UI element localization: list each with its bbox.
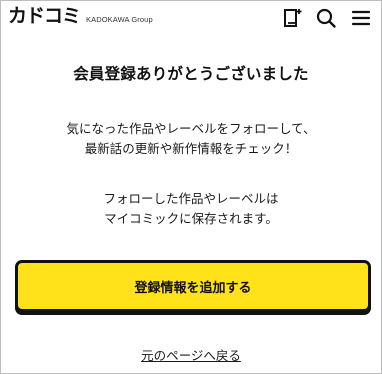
saved-message-line2: マイコミックに保存されます。 [104,211,278,226]
saved-message-line1: フォローした作品やレーベルは [103,191,279,206]
bookshelf-icon[interactable] [281,7,303,29]
search-icon[interactable] [315,7,337,29]
logo-subtitle: KADOKAWA Group [86,15,153,24]
menu-icon[interactable] [350,7,372,29]
add-registration-info-label: 登録情報を追加する [134,280,252,296]
follow-message-line2: 最新話の更新や新作情報をチェック！ [84,141,298,156]
logo[interactable]: カドコミ KADOKAWA Group [8,5,153,27]
follow-message-line1: 気になった作品やレーベルをフォローして、 [66,121,316,136]
add-registration-info-button[interactable]: 登録情報を追加する [15,260,371,312]
logo-text: カドコミ [8,5,81,27]
back-to-previous-page-link[interactable]: 元のページへ戻る [1,345,381,364]
page-title: 会員登録ありがとうございました [73,65,309,83]
header: カドコミ KADOKAWA Group [1,1,381,35]
